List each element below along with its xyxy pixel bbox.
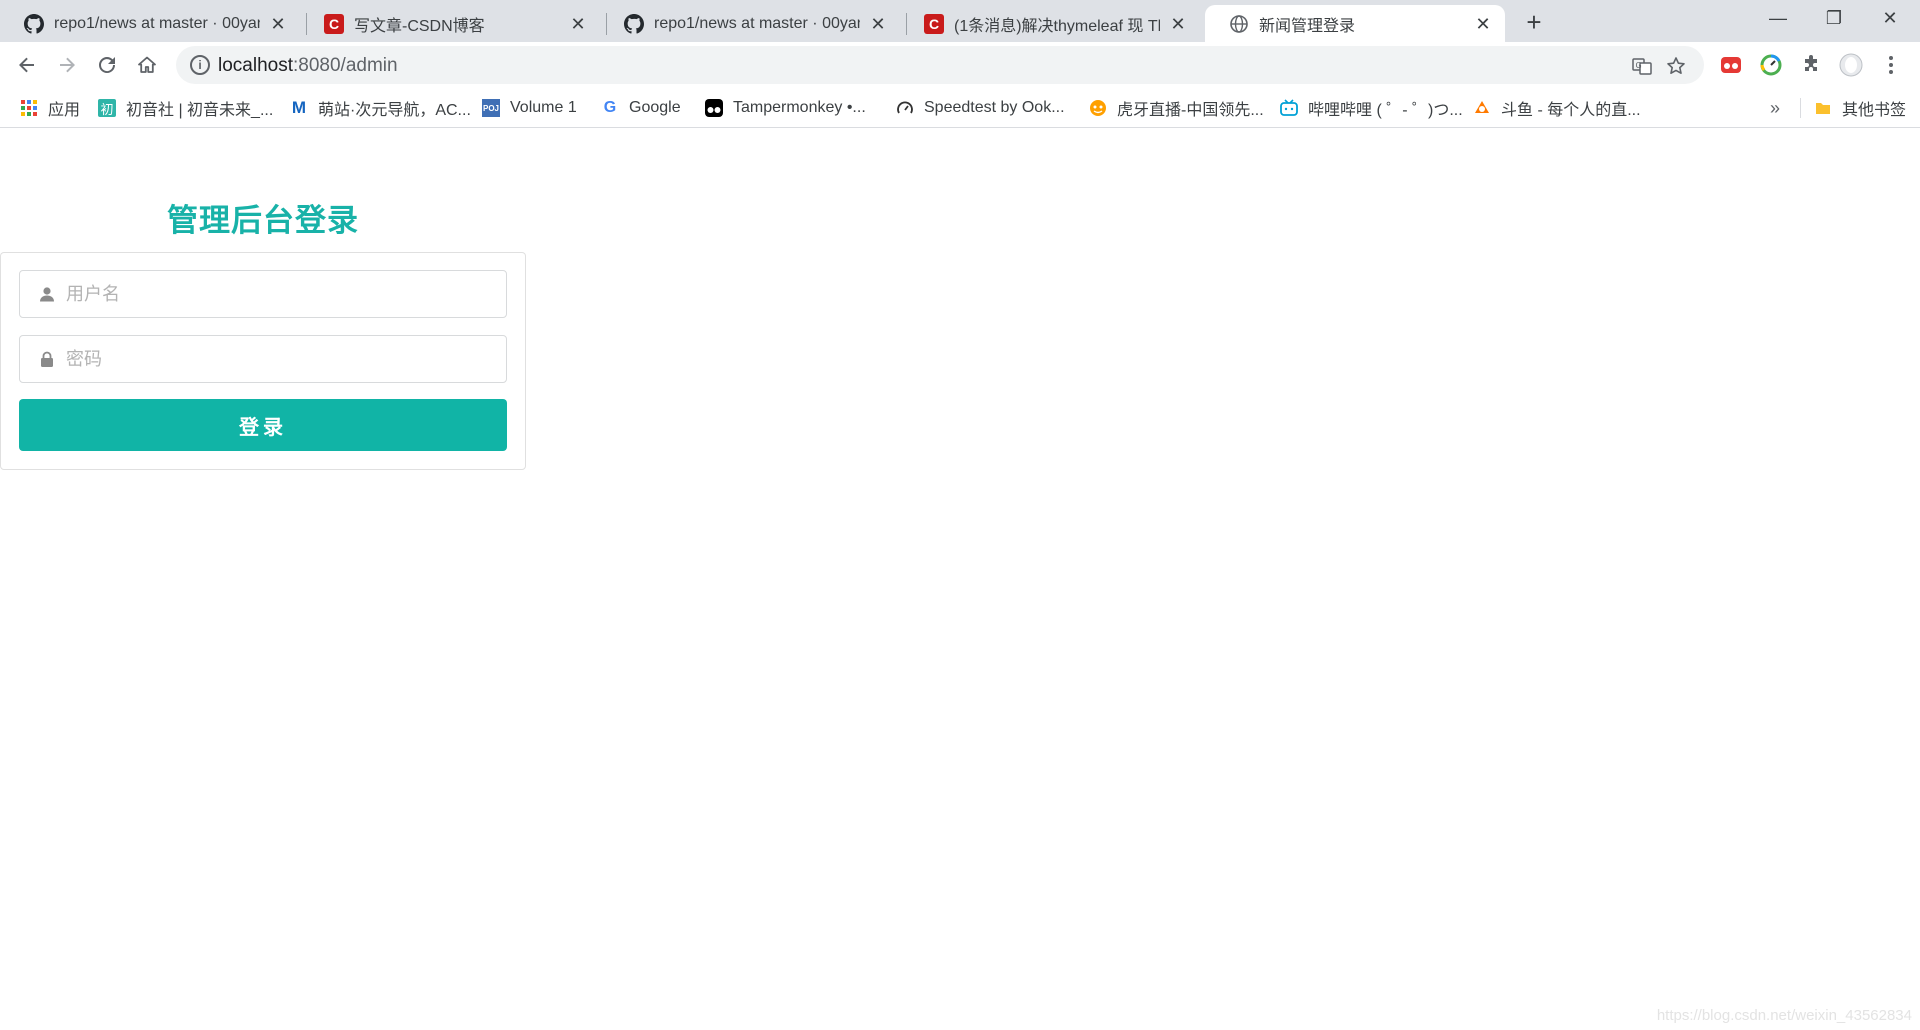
url-host: localhost <box>218 55 293 76</box>
bookmark-label: 斗鱼 - 每个人的直... <box>1501 102 1641 119</box>
other-bookmarks-folder[interactable]: 其他书签 <box>1814 96 1906 120</box>
puzzle-icon[interactable] <box>1796 50 1826 80</box>
bookmark-apps[interactable]: 应用 <box>20 96 80 120</box>
bookmark-huya[interactable]: 虎牙直播-中国领先... <box>1089 96 1264 120</box>
extension-speed-icon[interactable] <box>1756 50 1786 80</box>
more-bookmarks-button[interactable]: » <box>1770 98 1780 119</box>
close-icon[interactable]: ✕ <box>1168 14 1188 34</box>
maximize-button[interactable]: ❐ <box>1806 0 1862 36</box>
page-content: 管理后台登录 登录 https://blog.csdn.net/weixin_4… <box>0 129 1920 1030</box>
home-icon <box>138 56 156 73</box>
reload-icon <box>99 57 115 73</box>
arrow-left-icon <box>19 57 34 73</box>
close-icon[interactable]: ✕ <box>568 14 588 34</box>
bookmarks-divider <box>1800 98 1801 118</box>
tab-github-2[interactable]: repo1/news at master · 00yanc ✕ <box>600 5 900 42</box>
douyu-icon <box>1473 99 1491 117</box>
close-window-button[interactable]: ✕ <box>1862 0 1918 36</box>
speedtest-icon <box>896 99 914 117</box>
page-title: 管理后台登录 <box>167 203 359 238</box>
tab-csdn-write[interactable]: C 写文章-CSDN博客 ✕ <box>300 5 600 42</box>
username-input[interactable] <box>66 271 496 317</box>
csdn-icon: C <box>324 13 344 34</box>
bookmark-label: Speedtest by Ook... <box>924 99 1065 116</box>
translate-icon[interactable]: G <box>1630 54 1654 78</box>
url-path: :8080/admin <box>293 55 398 76</box>
tab-csdn-thymeleaf[interactable]: C (1条消息)解决thymeleaf 现 The ✕ <box>900 5 1200 42</box>
close-icon[interactable]: ✕ <box>868 14 888 34</box>
bookmark-label: 萌站·次元导航，AC... <box>318 102 471 119</box>
google-icon: G <box>603 99 617 116</box>
bookmark-label: 应用 <box>48 102 81 119</box>
bookmark-bilibili[interactable]: 哔哩哔哩 ( ゜- ゜)つ... <box>1280 96 1463 120</box>
close-icon[interactable]: ✕ <box>268 14 288 34</box>
new-tab-button[interactable]: + <box>1520 8 1548 36</box>
bookmarks-bar: 应用 初 初音社 | 初音未来_... M 萌站·次元导航，AC... POJ … <box>0 88 1920 128</box>
tampermonkey-icon <box>705 99 723 117</box>
password-input[interactable] <box>66 336 496 382</box>
bilibili-icon <box>1280 99 1298 117</box>
poj-icon: POJ <box>482 99 500 117</box>
csdn-watermark: https://blog.csdn.net/weixin_43562834 <box>1656 1007 1912 1024</box>
github-icon <box>624 13 644 34</box>
close-icon[interactable]: ✕ <box>1473 14 1493 34</box>
tab-github-1[interactable]: repo1/news at master · 00yanc ✕ <box>0 5 300 42</box>
tab-strip: repo1/news at master · 00yanc ✕ C 写文章-CS… <box>0 0 1920 42</box>
minimize-button[interactable]: — <box>1750 0 1806 36</box>
address-bar[interactable]: i localhost:8080/admin G <box>176 46 1704 84</box>
browser-toolbar: i localhost:8080/admin G <box>0 42 1920 88</box>
github-icon <box>24 13 44 34</box>
login-button[interactable]: 登录 <box>19 399 507 451</box>
bookmark-label: 初音社 | 初音未来_... <box>126 102 274 119</box>
chuyin-icon: 初 <box>98 99 116 117</box>
extension-red-icon[interactable] <box>1716 50 1746 80</box>
user-icon <box>38 285 56 303</box>
login-form: 登录 <box>0 252 526 470</box>
bookmark-volume1[interactable]: POJ Volume 1 <box>482 96 577 120</box>
bookmark-tampermonkey[interactable]: Tampermonkey •... <box>705 96 866 120</box>
csdn-icon: C <box>924 13 944 34</box>
back-button[interactable] <box>12 50 42 80</box>
tab-title: repo1/news at master · 00yanc <box>54 14 260 32</box>
reload-button[interactable] <box>92 50 122 80</box>
tab-title: repo1/news at master · 00yanc <box>654 14 860 32</box>
m-logo-icon: M <box>291 98 307 117</box>
home-button[interactable] <box>132 50 162 80</box>
bookmark-label: 哔哩哔哩 ( ゜- ゜)つ... <box>1308 102 1463 119</box>
star-icon[interactable] <box>1664 54 1688 78</box>
apps-grid-icon <box>20 99 38 117</box>
url-text[interactable]: localhost:8080/admin <box>218 55 398 77</box>
bookmark-label: 其他书签 <box>1842 102 1907 119</box>
bookmark-chuyin[interactable]: 初 初音社 | 初音未来_... <box>98 96 273 120</box>
info-icon[interactable]: i <box>190 55 210 75</box>
arrow-right-icon <box>60 57 75 73</box>
tab-news-login[interactable]: 新闻管理登录 ✕ <box>1205 5 1505 42</box>
folder-icon <box>1814 99 1832 117</box>
bookmark-label: Google <box>629 99 681 116</box>
bookmark-label: 虎牙直播-中国领先... <box>1117 102 1264 119</box>
tab-title: (1条消息)解决thymeleaf 现 The <box>954 17 1160 35</box>
bookmark-speedtest[interactable]: Speedtest by Ook... <box>896 96 1065 120</box>
bookmark-mengzhan[interactable]: M 萌站·次元导航，AC... <box>290 96 471 120</box>
bookmark-google[interactable]: G Google <box>601 96 681 120</box>
kebab-menu-icon[interactable] <box>1876 50 1906 80</box>
password-field[interactable] <box>19 335 507 383</box>
bookmark-label: Volume 1 <box>510 99 577 116</box>
forward-button[interactable] <box>52 50 82 80</box>
globe-icon <box>1229 14 1249 34</box>
tab-title: 写文章-CSDN博客 <box>354 17 485 35</box>
lock-icon <box>38 350 56 368</box>
bookmark-douyu[interactable]: 斗鱼 - 每个人的直... <box>1473 96 1641 120</box>
svg-text:G: G <box>1636 61 1642 70</box>
bookmark-label: Tampermonkey •... <box>733 99 866 116</box>
huya-icon <box>1089 99 1107 117</box>
profile-avatar[interactable] <box>1836 50 1866 80</box>
tab-title: 新闻管理登录 <box>1259 17 1356 35</box>
username-field[interactable] <box>19 270 507 318</box>
